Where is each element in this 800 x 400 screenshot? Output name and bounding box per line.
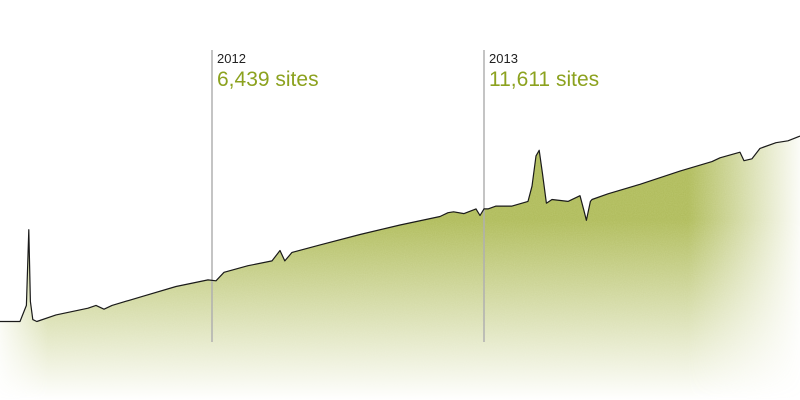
annotation-2013: 2013 11,611 sites bbox=[489, 52, 599, 90]
annotation-2012: 2012 6,439 sites bbox=[217, 52, 319, 90]
annotation-2012-value: 6,439 sites bbox=[217, 68, 319, 91]
annotation-2013-value: 11,611 sites bbox=[489, 68, 600, 91]
area-fill-group bbox=[0, 136, 800, 400]
annotation-2012-year: 2012 bbox=[217, 51, 246, 66]
annotation-2013-year: 2013 bbox=[489, 51, 518, 66]
area-chart bbox=[0, 50, 800, 400]
chart-canvas: 2012 6,439 sites 2013 11,611 sites bbox=[0, 0, 800, 400]
area-fill bbox=[0, 136, 800, 400]
